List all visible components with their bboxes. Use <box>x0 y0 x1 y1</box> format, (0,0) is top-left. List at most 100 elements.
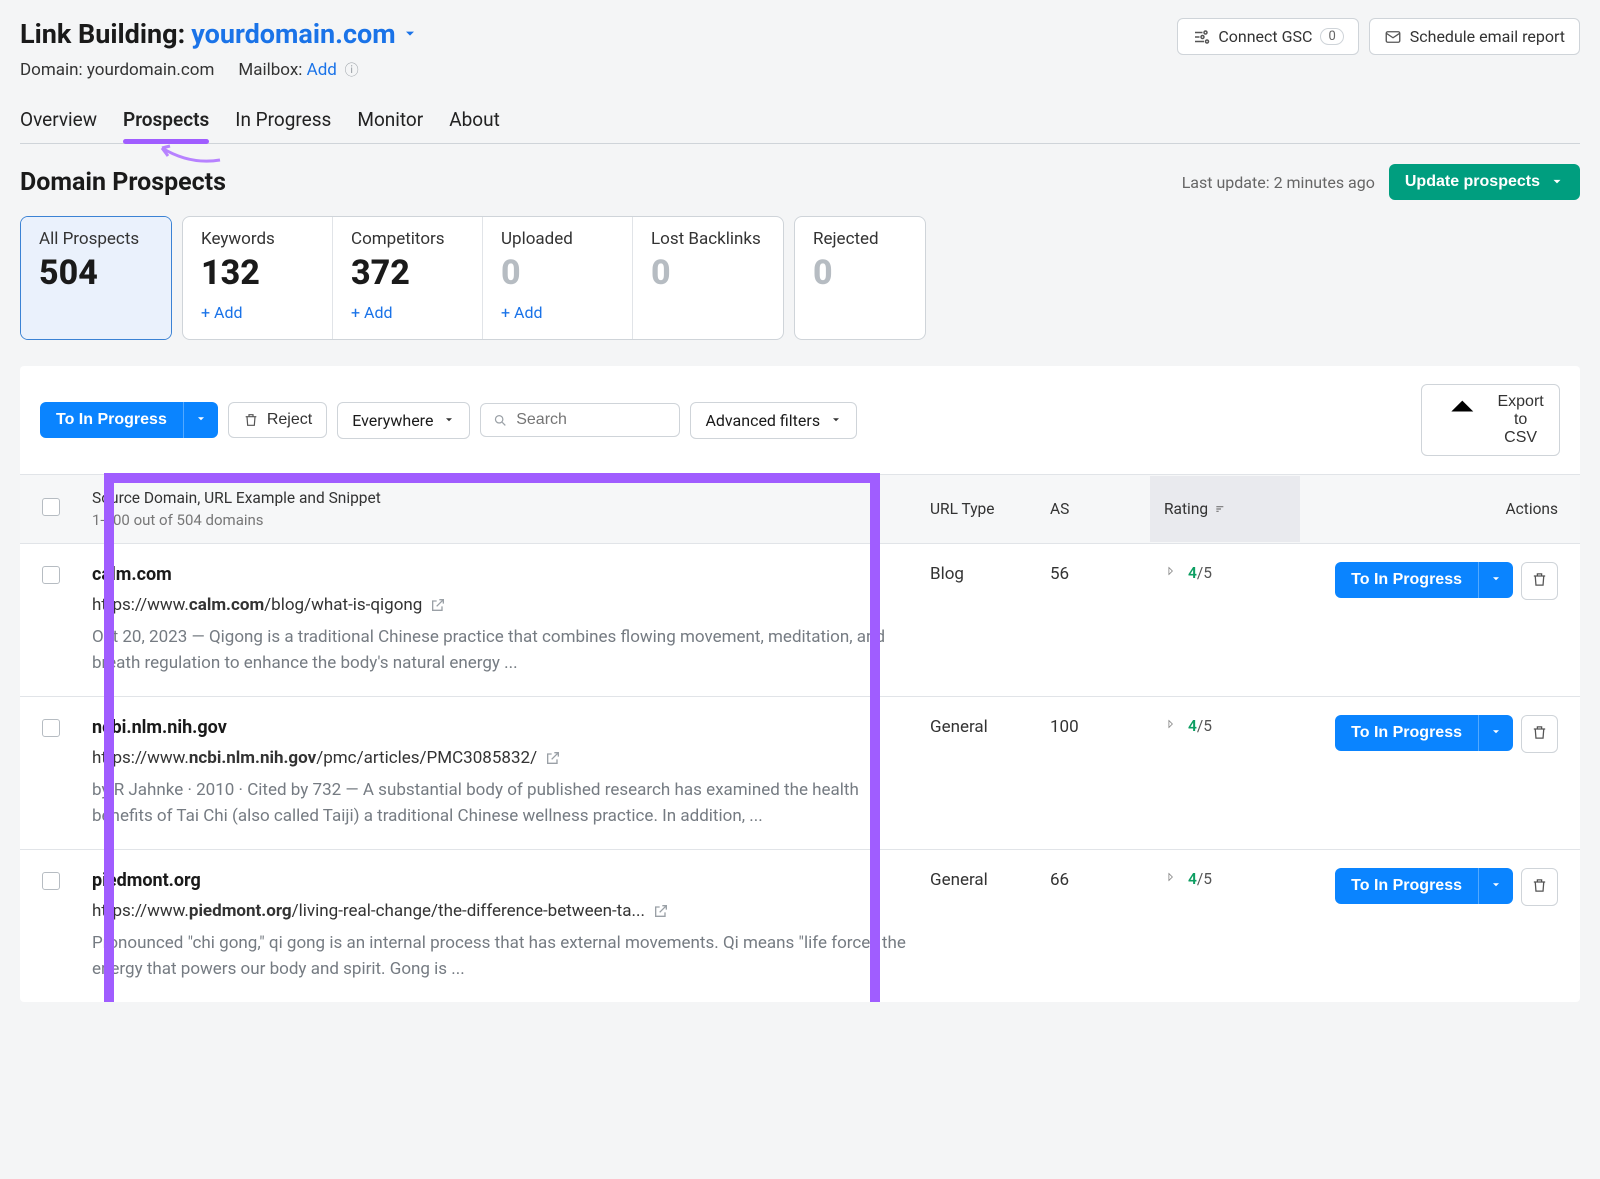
row-to-in-progress-button[interactable]: To In Progress <box>1335 868 1478 904</box>
stat-uploaded-add[interactable]: + Add <box>501 303 543 322</box>
reject-button[interactable]: Reject <box>228 402 327 438</box>
last-update-text: Last update: 2 minutes ago <box>1182 173 1375 192</box>
info-icon[interactable]: ⓘ <box>341 63 358 79</box>
mail-icon <box>1384 28 1402 46</box>
stat-lost-backlinks[interactable]: Lost Backlinks 0 <box>633 217 783 339</box>
row-snippet: by R Jahnke · 2010 · Cited by 732 — A su… <box>92 778 912 829</box>
tab-prospects[interactable]: Prospects <box>123 108 209 143</box>
row-url-type: General <box>930 697 1050 737</box>
stat-rejected[interactable]: Rejected 0 <box>795 217 925 339</box>
row-url[interactable]: https://www.ncbi.nlm.nih.gov/pmc/article… <box>92 748 812 768</box>
prospects-table: Source Domain, URL Example and Snippet 1… <box>20 474 1580 1002</box>
chevron-down-icon <box>1490 573 1502 585</box>
row-url-type: General <box>930 850 1050 890</box>
mailbox-label: Mailbox: <box>238 60 302 80</box>
row-url-type: Blog <box>930 544 1050 584</box>
search-wrap <box>480 403 680 437</box>
row-to-in-progress-caret[interactable] <box>1478 715 1513 751</box>
chevron-down-icon <box>830 414 842 426</box>
row-as: 100 <box>1050 697 1150 737</box>
to-in-progress-button[interactable]: To In Progress <box>40 402 183 438</box>
sliders-icon <box>1192 28 1210 46</box>
annotation-highlight <box>870 473 880 1002</box>
tab-monitor[interactable]: Monitor <box>357 108 423 143</box>
row-delete-button[interactable] <box>1521 562 1558 600</box>
stat-competitors[interactable]: Competitors 372 + Add <box>333 217 483 339</box>
row-snippet: Oct 20, 2023 — Qigong is a traditional C… <box>92 625 912 676</box>
row-delete-button[interactable] <box>1521 868 1558 906</box>
row-to-in-progress-button[interactable]: To In Progress <box>1335 562 1478 598</box>
export-csv-button[interactable]: Export to CSV <box>1421 384 1560 456</box>
row-delete-button[interactable] <box>1521 715 1558 753</box>
trash-icon <box>243 412 259 428</box>
row-snippet: Pronounced "chi gong," qi gong is an int… <box>92 931 912 982</box>
tab-in-progress[interactable]: In Progress <box>235 108 331 143</box>
th-domain-sub: 1-100 out of 504 domains <box>92 511 912 529</box>
table-row: piedmont.org https://www.piedmont.org/li… <box>20 850 1580 1002</box>
domain-label: Domain: yourdomain.com <box>20 60 214 80</box>
row-checkbox[interactable] <box>42 719 60 737</box>
title-prefix: Link Building: <box>20 18 185 50</box>
row-as: 66 <box>1050 850 1150 890</box>
row-as: 56 <box>1050 544 1150 584</box>
annotation-highlight <box>104 473 880 483</box>
chevron-down-icon <box>1550 175 1564 189</box>
page-title: Link Building: yourdomain.com <box>20 18 418 50</box>
external-link-icon[interactable] <box>653 903 669 919</box>
row-checkbox[interactable] <box>42 872 60 890</box>
th-url-type[interactable]: URL Type <box>930 500 1050 518</box>
row-rating[interactable]: 4/5 <box>1150 544 1300 602</box>
search-icon <box>493 412 508 429</box>
stat-competitors-add[interactable]: + Add <box>351 303 393 322</box>
sort-icon <box>1214 502 1228 516</box>
connect-gsc-button[interactable]: Connect GSC 0 <box>1177 18 1358 55</box>
th-actions: Actions <box>1300 500 1580 518</box>
upload-icon <box>1436 394 1489 447</box>
scope-select[interactable]: Everywhere <box>337 402 470 439</box>
chevron-right-icon <box>1164 717 1178 731</box>
table-toolbar: To In Progress Reject Everywhere Advance… <box>20 366 1580 474</box>
row-to-in-progress-caret[interactable] <box>1478 562 1513 598</box>
domain-dropdown[interactable]: yourdomain.com <box>191 18 417 50</box>
row-url[interactable]: https://www.piedmont.org/living-real-cha… <box>92 901 812 921</box>
row-domain[interactable]: ncbi.nlm.nih.gov <box>92 717 912 738</box>
row-domain[interactable]: calm.com <box>92 564 912 585</box>
external-link-icon[interactable] <box>430 597 446 613</box>
tab-overview[interactable]: Overview <box>20 108 97 143</box>
select-all-checkbox[interactable] <box>42 498 60 516</box>
chevron-down-icon <box>402 26 418 42</box>
table-row: calm.com https://www.calm.com/blog/what-… <box>20 544 1580 697</box>
schedule-report-button[interactable]: Schedule email report <box>1369 18 1580 55</box>
trash-icon <box>1531 877 1548 894</box>
th-as[interactable]: AS <box>1050 500 1150 518</box>
stat-keywords[interactable]: Keywords 132 + Add <box>183 217 333 339</box>
chevron-down-icon <box>443 414 455 426</box>
row-checkbox[interactable] <box>42 566 60 584</box>
row-url[interactable]: https://www.calm.com/blog/what-is-qigong <box>92 595 812 615</box>
external-link-icon[interactable] <box>545 750 561 766</box>
row-to-in-progress-caret[interactable] <box>1478 868 1513 904</box>
to-in-progress-caret[interactable] <box>183 402 218 438</box>
row-domain[interactable]: piedmont.org <box>92 870 912 891</box>
connect-gsc-count-badge: 0 <box>1320 28 1343 45</box>
mailbox-add-link[interactable]: Add <box>307 60 337 80</box>
row-rating[interactable]: 4/5 <box>1150 697 1300 755</box>
stat-cards: All Prospects 504 Keywords 132 + Add Com… <box>20 216 1580 340</box>
main-tabs: Overview Prospects In Progress Monitor A… <box>20 108 1580 144</box>
chevron-down-icon <box>1490 879 1502 891</box>
search-input[interactable] <box>516 411 667 429</box>
chevron-down-icon <box>195 413 207 425</box>
tab-about[interactable]: About <box>449 108 500 143</box>
stat-all-prospects[interactable]: All Prospects 504 <box>21 217 171 339</box>
th-rating[interactable]: Rating <box>1150 476 1300 542</box>
row-rating[interactable]: 4/5 <box>1150 850 1300 908</box>
advanced-filters-button[interactable]: Advanced filters <box>690 402 857 439</box>
table-row: ncbi.nlm.nih.gov https://www.ncbi.nlm.ni… <box>20 697 1580 850</box>
annotation-highlight <box>104 473 114 1002</box>
row-to-in-progress-button[interactable]: To In Progress <box>1335 715 1478 751</box>
stat-uploaded[interactable]: Uploaded 0 + Add <box>483 217 633 339</box>
update-prospects-button[interactable]: Update prospects <box>1389 164 1580 200</box>
stat-keywords-add[interactable]: + Add <box>201 303 243 322</box>
chevron-right-icon <box>1164 870 1178 884</box>
trash-icon <box>1531 724 1548 741</box>
